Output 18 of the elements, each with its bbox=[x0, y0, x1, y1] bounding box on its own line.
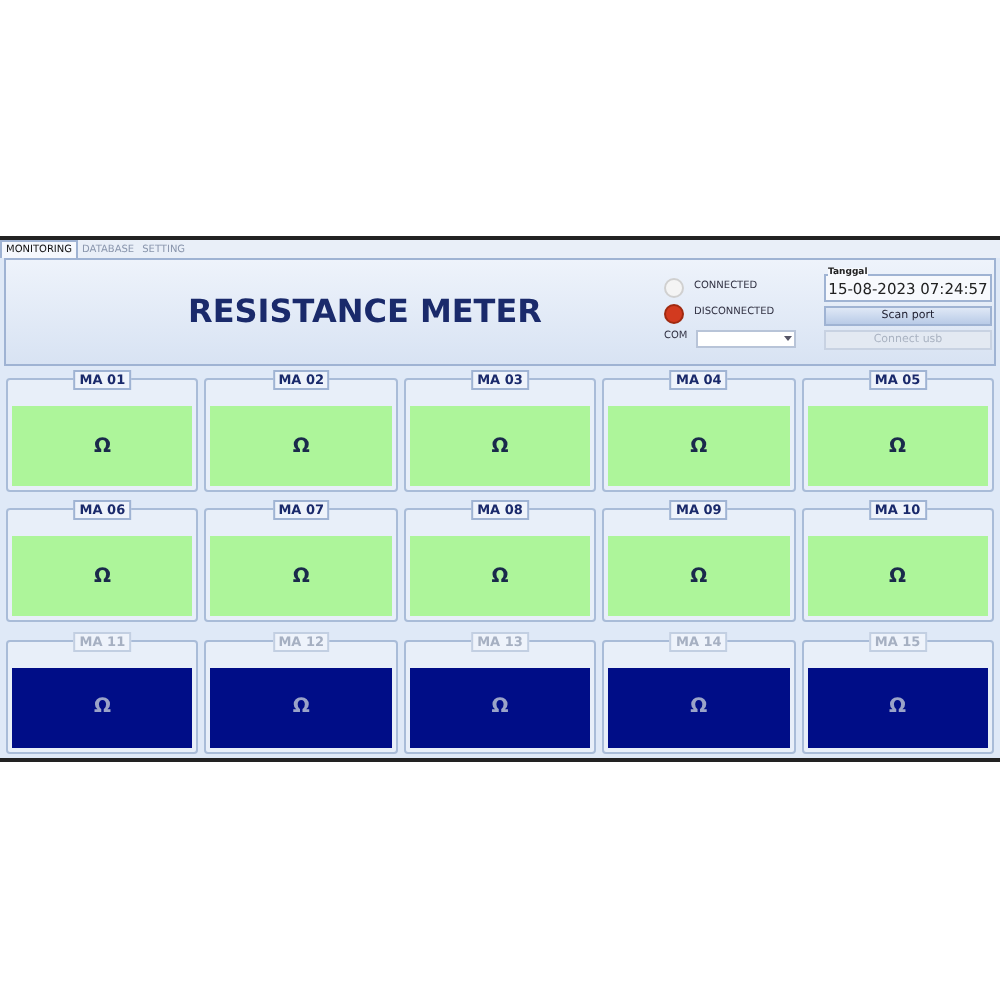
reading-display: Ω bbox=[608, 667, 790, 748]
reading-display: Ω bbox=[210, 536, 392, 617]
reading-display: Ω bbox=[807, 536, 988, 617]
reading-display: Ω bbox=[409, 536, 591, 617]
reading-display: Ω bbox=[807, 406, 988, 486]
reading-display: Ω bbox=[807, 667, 988, 748]
com-dropdown[interactable] bbox=[696, 329, 796, 347]
reading-display: Ω bbox=[608, 536, 790, 617]
reading-display: Ω bbox=[12, 536, 193, 617]
reading-display: Ω bbox=[409, 406, 591, 486]
reading-display: Ω bbox=[210, 406, 392, 486]
reading-display: Ω bbox=[210, 667, 392, 748]
app-title: RESISTANCE METER bbox=[186, 290, 544, 334]
reading-display: Ω bbox=[409, 667, 591, 748]
reading-display: Ω bbox=[12, 406, 193, 486]
reading-display: Ω bbox=[12, 667, 193, 748]
reading-display: Ω bbox=[608, 406, 790, 486]
dropdown-arrow-icon bbox=[782, 332, 794, 344]
